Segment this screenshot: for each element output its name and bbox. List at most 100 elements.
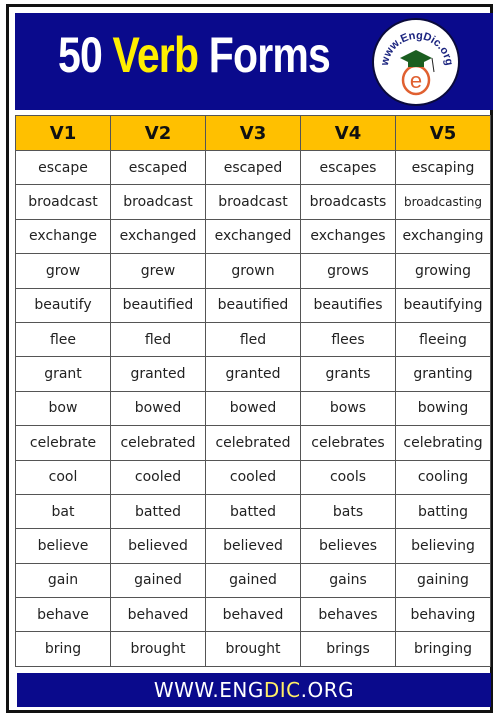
table-cell-v4: gains [300,562,396,599]
table-cell-v2: brought [110,631,206,667]
table-cell-v2: escaped [110,149,206,186]
table-cell-v3: exchanged [205,218,301,255]
column-header-v1: V1 [15,115,111,151]
table-cell-v1: believe [15,528,111,564]
table-cell-v5: escaping [395,149,491,186]
table-row: cool cooled cooled cools cooling [15,459,491,495]
table-header-row: V1 V2 V3 V4 V5 [15,115,491,151]
engdic-logo: www.EngDic.org e [372,18,460,106]
table-row: bow bowed bowed bows bowing [15,390,491,427]
table-cell-v4: brings [300,631,396,667]
table-cell-v5: batting [395,493,491,530]
footer-url-suffix: .ORG [300,678,355,702]
table-cell-v3: granted [205,356,301,392]
verb-forms-table: V1 V2 V3 V4 V5 escape escaped escaped escapes es… [15,115,491,667]
table-row: escape escaped escaped escapes escaping [15,149,491,186]
table-cell-v2: cooled [110,459,206,495]
table-cell-v5: cooling [395,459,491,495]
table-cell-v2: gained [110,562,206,599]
table-cell-v1: behave [15,597,111,633]
table-cell-v3: batted [205,493,301,530]
table-cell-v4: flees [300,321,396,358]
table-cell-v4: exchanges [300,218,396,255]
table-cell-v3: broadcast [205,184,301,220]
table-cell-v3: believed [205,528,301,564]
title-word-verb: Verb [112,27,199,83]
table-cell-v3: gained [205,562,301,599]
table-cell-v1: escape [15,149,111,186]
table-cell-v5: behaving [395,597,491,633]
table-cell-v1: bow [15,390,111,427]
table-row: bat batted batted bats batting [15,493,491,530]
table-cell-v3: grown [205,253,301,289]
table-row: gain gained gained gains gaining [15,562,491,599]
column-header-v3: V3 [205,115,301,151]
table-cell-v4: celebrates [300,425,396,461]
table-cell-v2: behaved [110,597,206,633]
table-cell-v3: fled [205,321,301,358]
table-cell-v4: bats [300,493,396,530]
table-cell-v1: grant [15,356,111,392]
table-cell-v1: gain [15,562,111,599]
table-cell-v2: granted [110,356,206,392]
table-cell-v2: batted [110,493,206,530]
table-cell-v1: broadcast [15,184,111,220]
title-count: 50 [58,27,103,83]
table-row: grow grew grown grows growing [15,253,491,289]
table-cell-v5: granting [395,356,491,392]
table-row: behave behaved behaved behaves behaving [15,597,491,633]
table-cell-v2: beautified [110,287,206,323]
table-cell-v4: escapes [300,149,396,186]
table-cell-v1: beautify [15,287,111,323]
table-cell-v4: grows [300,253,396,289]
table-row: celebrate celebrated celebrated celebrates c… [15,425,491,461]
table-cell-v4: cools [300,459,396,495]
table-cell-v5: bringing [395,631,491,667]
table-cell-v3: bowed [205,390,301,427]
footer-url-highlight: DIC [263,678,301,702]
table-row: grant granted granted grants granting [15,356,491,392]
page-title: 50 Verb Forms [58,26,331,84]
table-cell-v4: believes [300,528,396,564]
graduation-cap-icon: www.EngDic.org e [379,30,455,96]
table-cell-v5: fleeing [395,321,491,358]
column-header-v2: V2 [110,115,206,151]
table-cell-v2: fled [110,321,206,358]
table-cell-v3: celebrated [205,425,301,461]
table-cell-v3: cooled [205,459,301,495]
table-cell-v1: exchange [15,218,111,255]
title-word-forms: Forms [208,27,331,83]
table-cell-v2: grew [110,253,206,289]
column-header-v5: V5 [395,115,491,151]
table-cell-v5: believing [395,528,491,564]
table-cell-v1: bring [15,631,111,667]
table-cell-v2: exchanged [110,218,206,255]
table-cell-v1: bat [15,493,111,530]
logo-letter: e [410,68,422,93]
table-cell-v5: celebrating [395,425,491,461]
table-cell-v5: beautifying [395,287,491,323]
table-cell-v4: broadcasts [300,184,396,220]
table-cell-v5: gaining [395,562,491,599]
table-cell-v1: grow [15,253,111,289]
table-cell-v3: escaped [205,149,301,186]
table-cell-v4: grants [300,356,396,392]
table-cell-v2: broadcast [110,184,206,220]
table-cell-v5: growing [395,253,491,289]
table-cell-v1: celebrate [15,425,111,461]
footer-url-prefix: WWW.ENG [153,678,264,702]
table-cell-v5: exchanging [395,218,491,255]
table-row: beautify beautified beautified beautifies be… [15,287,491,323]
table-cell-v3: beautified [205,287,301,323]
table-cell-v2: believed [110,528,206,564]
table-cell-v4: bows [300,390,396,427]
table-row: bring brought brought brings bringing [15,631,491,667]
footer-banner: WWW.ENGDIC.ORG [17,673,491,707]
table-row: exchange exchanged exchanged exchanges excha… [15,218,491,255]
table-row: broadcast broadcast broadcast broadcasts bro… [15,184,491,220]
table-row: believe believed believed believes believing [15,528,491,564]
table-cell-v3: behaved [205,597,301,633]
table-cell-v5: bowing [395,390,491,427]
table-cell-v2: bowed [110,390,206,427]
column-header-v4: V4 [300,115,396,151]
